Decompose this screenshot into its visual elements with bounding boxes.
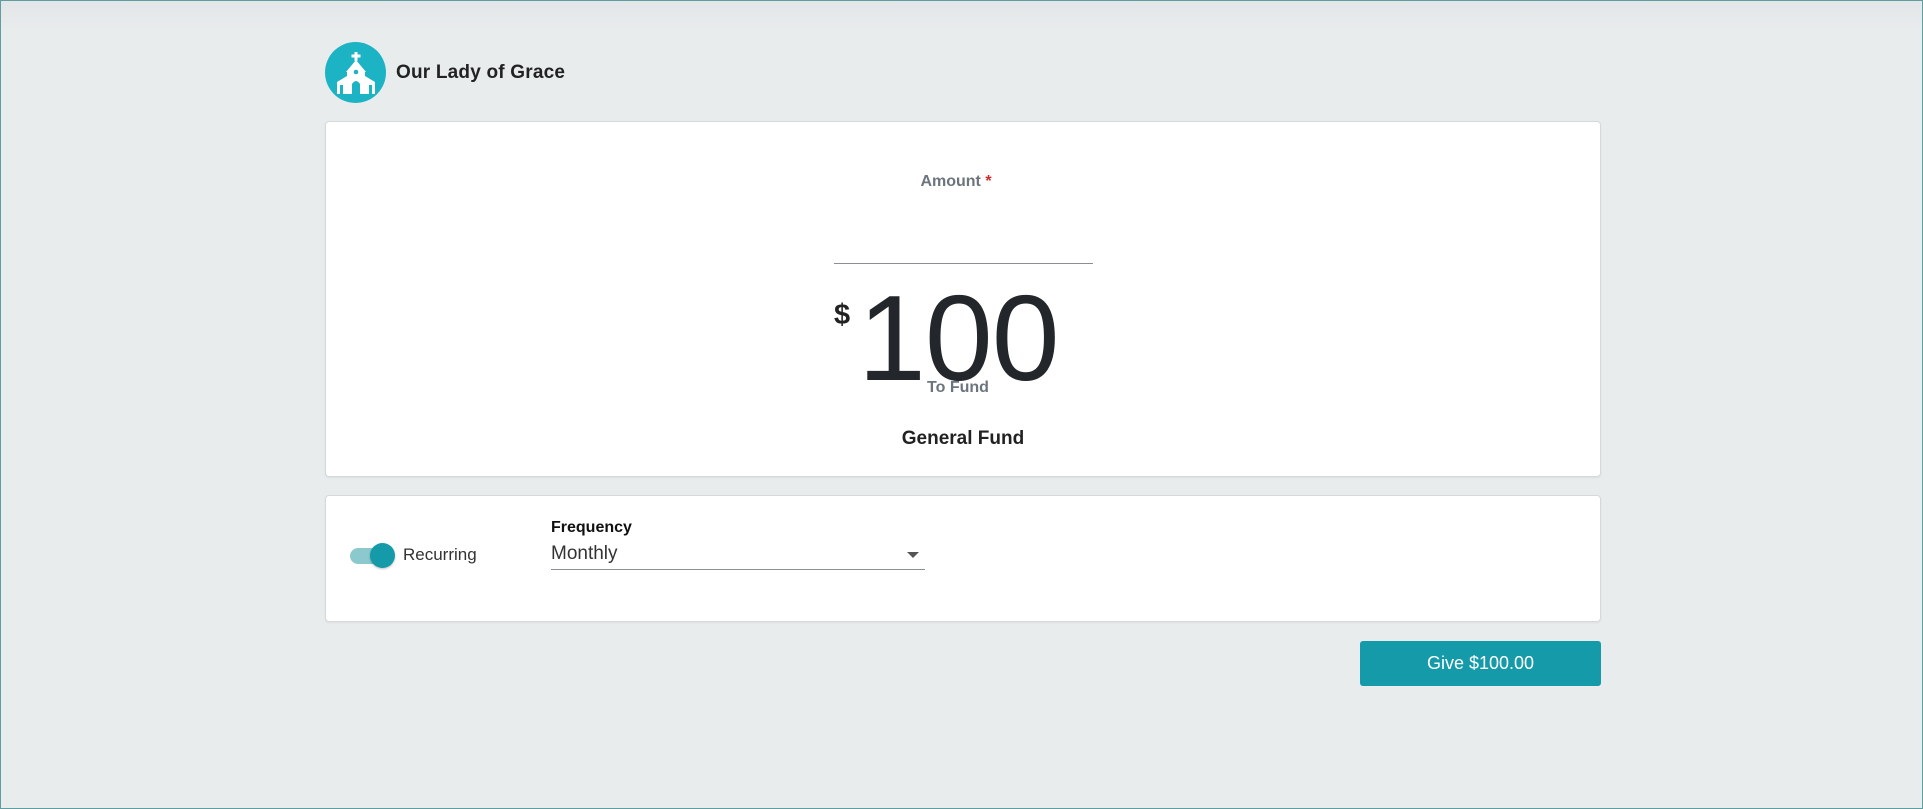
frequency-label: Frequency bbox=[551, 519, 632, 536]
required-marker: * bbox=[985, 173, 992, 190]
frequency-select[interactable]: Monthly bbox=[551, 540, 925, 570]
church-icon bbox=[325, 42, 386, 103]
amount-label: Amount * bbox=[326, 173, 1600, 191]
org-header: Our Lady of Grace bbox=[325, 42, 565, 103]
page-frame: Our Lady of Grace Amount * $ 100 To Fund… bbox=[0, 0, 1923, 809]
recurring-label: Recurring bbox=[403, 545, 477, 564]
amount-input[interactable]: $ 100 bbox=[834, 202, 1093, 399]
give-button[interactable]: Give $100.00 bbox=[1360, 641, 1601, 686]
fund-label: To Fund bbox=[927, 379, 989, 396]
recurring-card: Recurring Frequency Monthly bbox=[325, 495, 1601, 622]
amount-card: Amount * $ 100 To Fund General Fund bbox=[325, 121, 1601, 477]
recurring-toggle[interactable] bbox=[350, 542, 395, 568]
fund-value: General Fund bbox=[901, 428, 1025, 449]
amount-label-text: Amount bbox=[920, 173, 981, 190]
toggle-thumb bbox=[370, 543, 395, 568]
org-name: Our Lady of Grace bbox=[396, 61, 566, 83]
caret-down-icon bbox=[907, 552, 919, 558]
currency-symbol: $ bbox=[834, 299, 851, 331]
frequency-value: Monthly bbox=[551, 543, 618, 564]
